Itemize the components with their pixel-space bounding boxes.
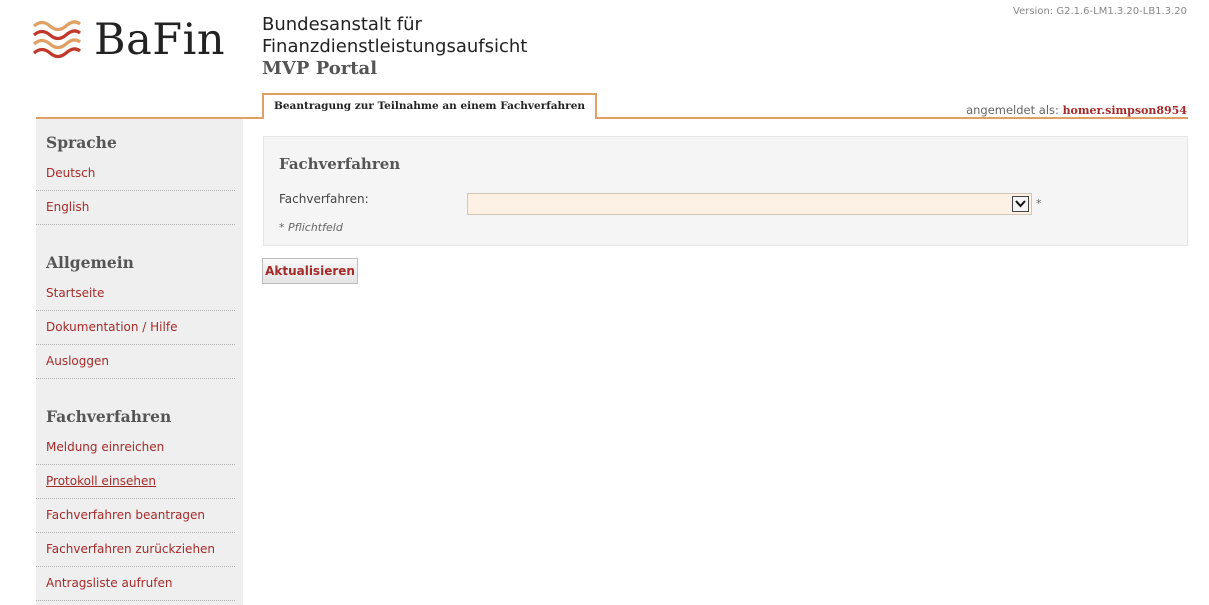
aktualisieren-button[interactable]: Aktualisieren <box>262 258 358 284</box>
sidebar-heading-allgemein: Allgemein <box>46 253 134 272</box>
bafin-logo: BaFin <box>32 18 225 62</box>
chevron-down-icon[interactable] <box>1012 196 1029 212</box>
organization-name: Bundesanstalt für Finanzdienstleistungsa… <box>262 14 527 58</box>
sidebar-item-startseite[interactable]: Startseite <box>36 277 235 311</box>
sidebar-heading-fachverfahren: Fachverfahren <box>46 407 172 426</box>
panel-title: Fachverfahren <box>279 155 401 173</box>
tab-beantragung[interactable]: Beantragung zur Teilnahme an einem Fachv… <box>262 93 598 119</box>
logo-text: BaFin <box>94 14 226 65</box>
fachverfahren-panel: Fachverfahren Fachverfahren: * * Pflicht… <box>263 136 1188 246</box>
sidebar-item-ausloggen[interactable]: Ausloggen <box>36 345 235 379</box>
version-label: Version: G2.1.6-LM1.3.20-LB1.3.20 <box>1013 6 1187 17</box>
portal-title: MVP Portal <box>262 58 378 79</box>
username-link[interactable]: homer.simpson8954 <box>1063 104 1187 117</box>
sidebar-item-meldung-einreichen[interactable]: Meldung einreichen <box>36 431 235 465</box>
sidebar-item-deutsch[interactable]: Deutsch <box>36 157 235 191</box>
logged-in-info: angemeldet als: homer.simpson8954 <box>966 103 1187 117</box>
sidebar-item-english[interactable]: English <box>36 191 235 225</box>
sidebar-item-fachverfahren-beantragen[interactable]: Fachverfahren beantragen <box>36 499 235 533</box>
sidebar-item-antragsliste[interactable]: Antragsliste aufrufen <box>36 567 235 601</box>
fachverfahren-select[interactable] <box>467 193 1032 215</box>
logged-in-label: angemeldet als: <box>966 103 1059 117</box>
org-line-2: Finanzdienstleistungsaufsicht <box>262 36 528 57</box>
sidebar-item-dokumentation[interactable]: Dokumentation / Hilfe <box>36 311 235 345</box>
bafin-waves-icon <box>32 20 82 59</box>
org-line-1: Bundesanstalt für <box>262 14 422 35</box>
required-note: * Pflichtfeld <box>279 221 343 234</box>
sidebar: Sprache Deutsch English Allgemein Starts… <box>36 119 243 605</box>
sidebar-item-protokoll-einsehen[interactable]: Protokoll einsehen <box>36 465 235 499</box>
sidebar-heading-sprache: Sprache <box>46 133 117 152</box>
sidebar-item-fachverfahren-zurueckziehen[interactable]: Fachverfahren zurückziehen <box>36 533 235 567</box>
required-marker: * <box>1036 197 1042 210</box>
fachverfahren-field-label: Fachverfahren: <box>279 192 369 206</box>
